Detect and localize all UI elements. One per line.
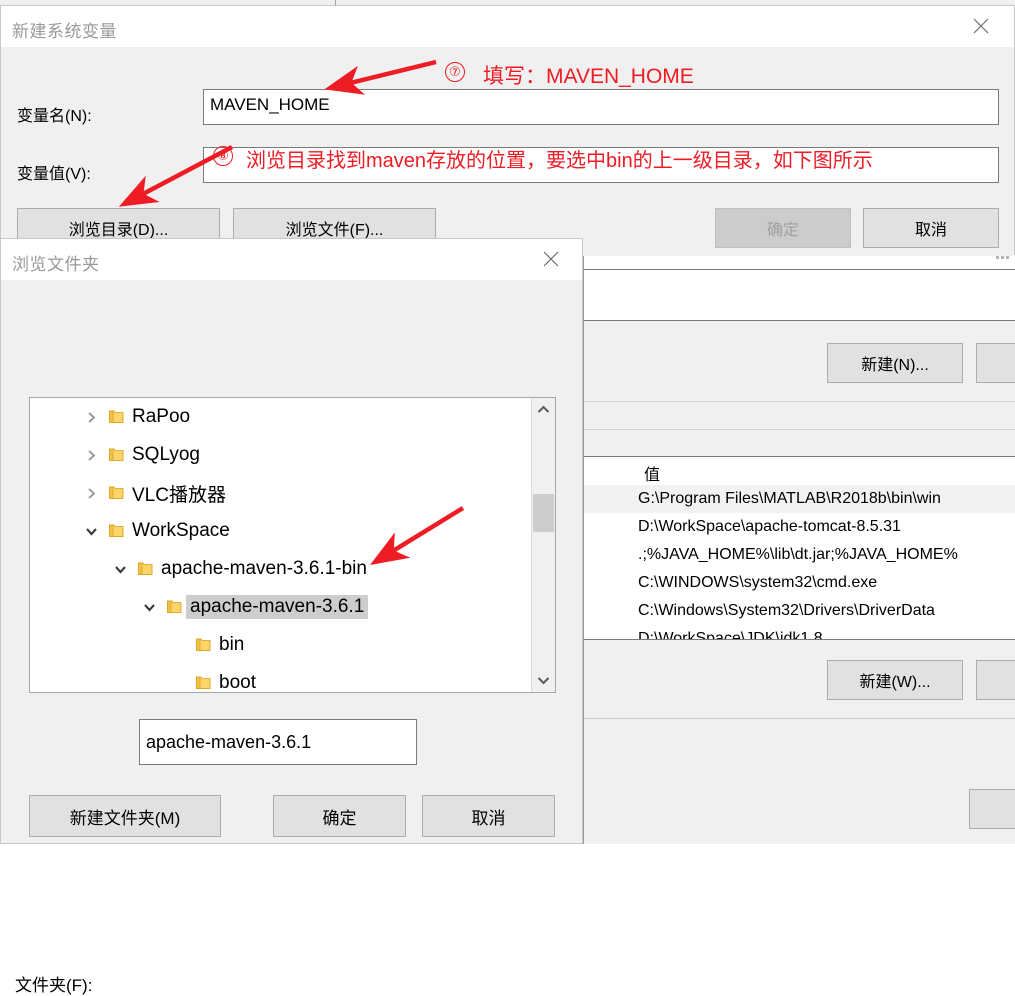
browse-ok-button[interactable]: 确定 (273, 795, 406, 837)
new-folder-button[interactable]: 新建文件夹(M) (29, 795, 221, 837)
close-icon[interactable] (958, 11, 1004, 41)
close-icon[interactable] (528, 244, 574, 274)
spacer-band-b (584, 430, 1015, 456)
ok-button[interactable]: 确定 (715, 208, 851, 248)
list-rows[interactable]: G:\Program Files\MATLAB\R2018b\bin\win D:… (584, 485, 1015, 639)
new-system-variable-dialog: 新建系统变量 变量名(N): MAVEN_HOME 变量值(V): 浏览目录(D… (0, 5, 1015, 256)
tree-item-label: apache-maven-3.6.1 (186, 595, 369, 619)
tree-item[interactable]: SQLyog (30, 436, 532, 474)
table-row[interactable]: .;%JAVA_HOME%\lib\dt.jar;%JAVA_HOME% (584, 541, 1015, 569)
folder-field-label: 文件夹(F): (15, 976, 93, 995)
user-variables-button-row: 新建(N)... 编 (584, 321, 1015, 401)
variable-value-input[interactable] (203, 147, 999, 183)
chevron-right-icon[interactable] (78, 487, 104, 500)
scroll-up-icon[interactable] (532, 398, 555, 421)
browse-folder-titlebar: 浏览文件夹 (1, 239, 582, 280)
cancel-button[interactable]: 取消 (863, 208, 999, 248)
chevron-down-icon[interactable] (78, 526, 104, 537)
folder-icon (104, 447, 128, 463)
dialog-footer-area (584, 719, 1015, 844)
variable-name-label: 变量名(N): (17, 108, 92, 125)
folder-tree[interactable]: RaPoo SQLyog VLC播放器 WorkSpace apache-maven-3… (29, 397, 556, 693)
variable-value-label: 变量值(V): (17, 166, 91, 183)
folder-tree-items[interactable]: RaPoo SQLyog VLC播放器 WorkSpace apache-maven-3… (30, 398, 532, 692)
system-edit-button[interactable]: 编 (976, 660, 1015, 700)
variable-name-input[interactable]: MAVEN_HOME (203, 89, 999, 125)
folder-icon (104, 523, 128, 539)
browse-folder-title: 浏览文件夹 (12, 255, 100, 274)
folder-tree-scrollbar[interactable] (531, 398, 555, 692)
tree-item-label: SQLyog (132, 444, 200, 465)
folder-icon (104, 485, 128, 501)
tree-item[interactable]: boot (30, 664, 532, 693)
new-variable-body: 变量名(N): MAVEN_HOME 变量值(V): 浏览目录(D)... 浏览… (1, 47, 1014, 256)
footer-button[interactable] (969, 789, 1015, 829)
environment-variables-right-pane: 新建(N)... 编 值 G:\Program Files\MATLAB\R20… (583, 238, 1015, 844)
tree-item-label: RaPoo (132, 406, 191, 427)
system-new-button[interactable]: 新建(W)... (827, 660, 963, 700)
folder-icon (133, 561, 157, 577)
folder-icon (162, 599, 186, 615)
tree-item[interactable]: apache-maven-3.6.1-bin (30, 550, 532, 588)
chevron-down-icon[interactable] (136, 602, 162, 613)
row-variable-value: C:\Windows\System32\Drivers\DriverData (638, 602, 935, 619)
row-variable-value: G:\Program Files\MATLAB\R2018b\bin\win (638, 490, 941, 507)
system-variables-list[interactable]: 值 G:\Program Files\MATLAB\R2018b\bin\win… (584, 457, 1015, 639)
table-row[interactable]: G:\Program Files\MATLAB\R2018b\bin\win (584, 485, 1015, 513)
white-band (584, 270, 1015, 320)
folder-icon (104, 409, 128, 425)
tree-item-label: bin (219, 634, 245, 655)
system-variables-button-row: 新建(W)... 编 (584, 640, 1015, 718)
tree-item-label: apache-maven-3.6.1-bin (161, 558, 367, 579)
spacer-band-a (584, 402, 1015, 429)
browse-cancel-button[interactable]: 取消 (422, 795, 555, 837)
browse-folder-dialog: 浏览文件夹 RaPoo SQLyog VLC播放器 WorkSpace apache-m… (0, 238, 583, 995)
tree-item-label: WorkSpace (132, 520, 230, 541)
table-row[interactable]: C:\Windows\System32\Drivers\DriverData (584, 597, 1015, 625)
chevron-down-icon[interactable] (107, 564, 133, 575)
chevron-right-icon[interactable] (78, 411, 104, 424)
new-variable-titlebar: 新建系统变量 (1, 6, 1014, 47)
folder-icon (191, 675, 215, 691)
tree-item[interactable]: RaPoo (30, 398, 532, 436)
scroll-down-icon[interactable] (532, 669, 555, 692)
chevron-right-icon[interactable] (78, 449, 104, 462)
table-row[interactable]: D:\WorkSpace\JDK\jdk1.8 (584, 625, 1015, 639)
tree-item-label: boot (219, 672, 256, 693)
row-variable-value: C:\WINDOWS\system32\cmd.exe (638, 574, 878, 591)
tree-item[interactable]: apache-maven-3.6.1 (30, 588, 532, 626)
table-row[interactable]: D:\WorkSpace\apache-tomcat-8.5.31 (584, 513, 1015, 541)
user-edit-button[interactable]: 编 (976, 343, 1015, 383)
table-row[interactable]: C:\WINDOWS\system32\cmd.exe (584, 569, 1015, 597)
tree-item[interactable]: WorkSpace (30, 512, 532, 550)
user-new-button[interactable]: 新建(N)... (827, 343, 963, 383)
scrollbar-thumb[interactable] (533, 494, 554, 532)
folder-name-input[interactable]: apache-maven-3.6.1 (139, 719, 417, 765)
tree-item[interactable]: bin (30, 626, 532, 664)
folder-icon (191, 637, 215, 653)
row-variable-value: .;%JAVA_HOME%\lib\dt.jar;%JAVA_HOME% (638, 546, 958, 563)
tree-item-label: VLC播放器 (132, 484, 226, 506)
value-column-header: 值 (644, 467, 661, 484)
tree-item[interactable]: VLC播放器 (30, 474, 532, 512)
row-variable-value: D:\WorkSpace\JDK\jdk1.8 (638, 630, 823, 639)
new-variable-title: 新建系统变量 (12, 22, 117, 41)
row-variable-value: D:\WorkSpace\apache-tomcat-8.5.31 (638, 518, 901, 535)
